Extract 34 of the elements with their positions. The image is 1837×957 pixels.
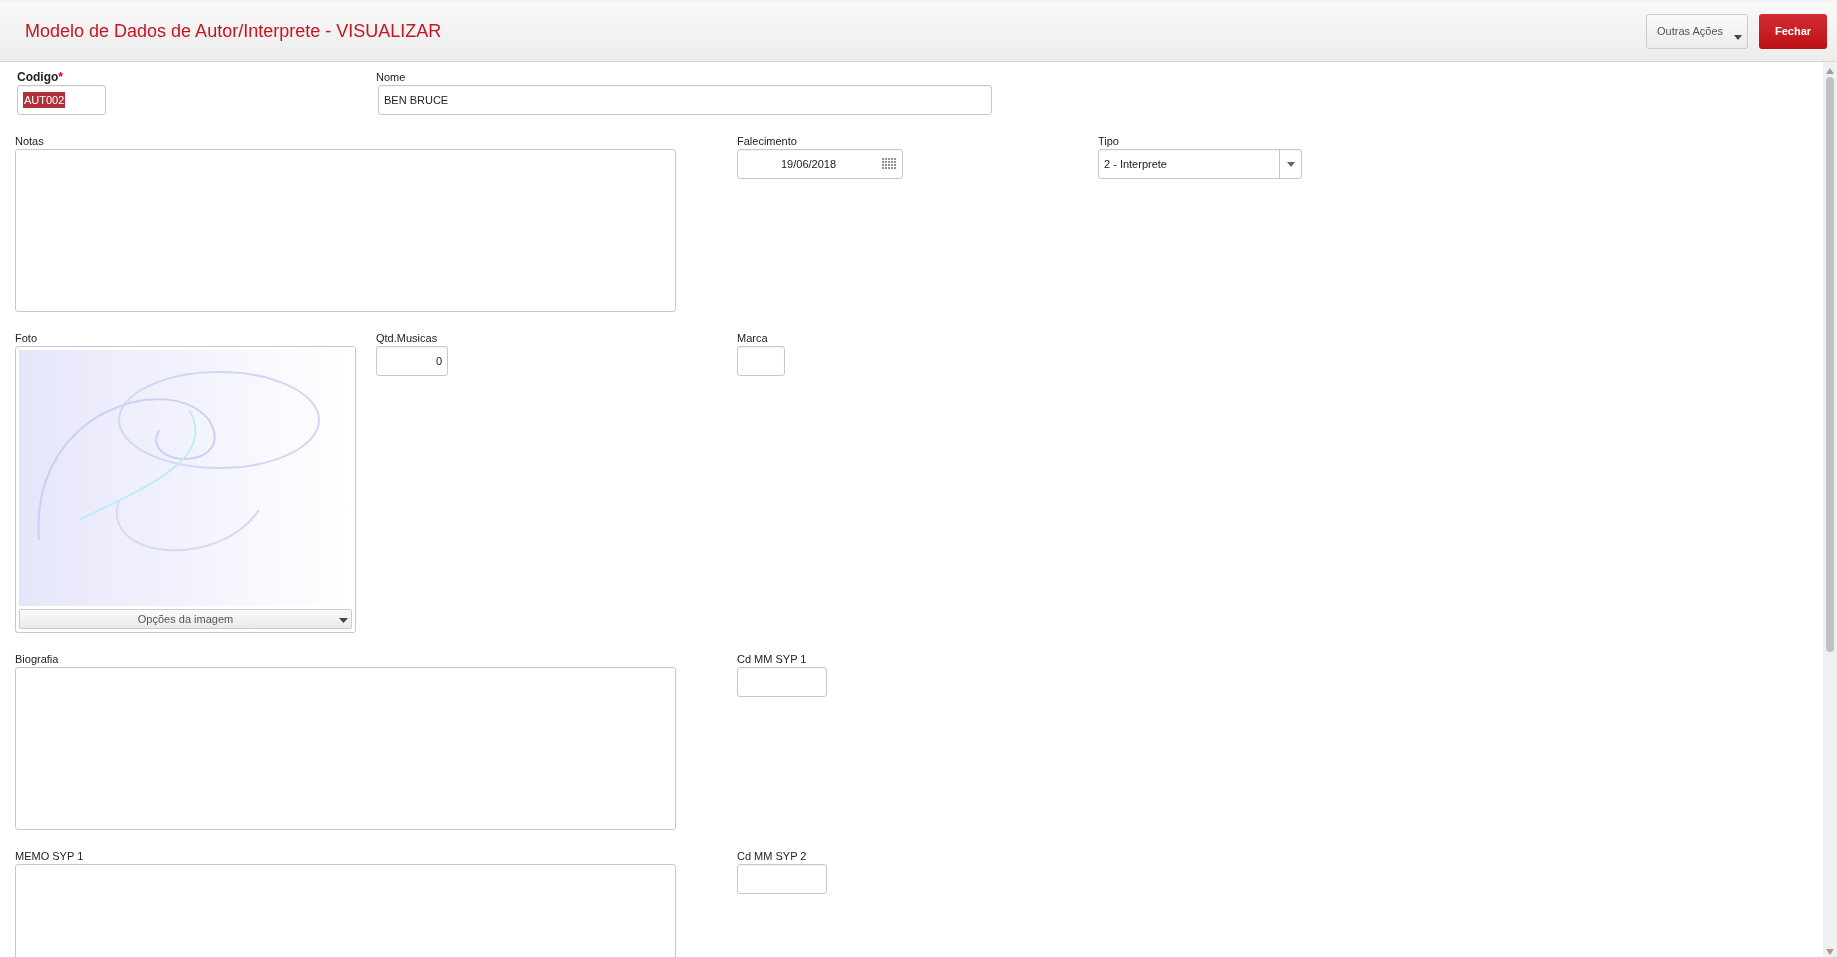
date-field[interactable]: 19/06/2018 [737, 149, 903, 179]
field-label: Tipo [1098, 134, 1119, 148]
caret-icon [1734, 35, 1742, 40]
calendar-icon[interactable] [882, 158, 896, 170]
scrollbar[interactable] [1823, 62, 1837, 957]
field-label: Falecimento [737, 134, 797, 148]
input-field[interactable]: BEN BRUCE [378, 85, 992, 115]
input-field[interactable] [737, 346, 785, 376]
field-label: Cd MM SYP 1 [737, 652, 807, 666]
scrollbar-thumb[interactable] [1826, 77, 1834, 652]
field-label: Biografia [15, 652, 59, 666]
caret-icon [339, 618, 348, 624]
field-label: Cd MM SYP 2 [737, 849, 807, 863]
text-area[interactable] [15, 667, 676, 830]
input-field[interactable]: AUT002 [17, 85, 106, 115]
scroll-up-icon[interactable] [1826, 68, 1834, 74]
field-label: MEMO SYP 1 [15, 849, 84, 863]
type-dropdown[interactable]: 2 - Interprete [1098, 149, 1302, 179]
input-field[interactable] [737, 864, 827, 894]
field-label: Nome [376, 70, 406, 84]
more-actions-button[interactable]: Outras Ações [1646, 14, 1748, 49]
field-label: Codigo* [16, 70, 63, 84]
page-title: Modelo de Dados de Autor/Interprete - VISUALIZAR [25, 20, 442, 43]
input-field[interactable]: 0 [376, 346, 448, 376]
input-field[interactable] [737, 667, 827, 697]
image-options-button[interactable]: Opções da imagem [19, 609, 352, 629]
close-button[interactable]: Fechar [1759, 14, 1827, 49]
field-label: Foto [15, 331, 37, 345]
scroll-down-icon[interactable] [1826, 949, 1834, 955]
field-label: Marca [737, 331, 768, 345]
field-label: Qtd.Musicas [376, 331, 438, 345]
field-label: Notas [15, 134, 44, 148]
text-area[interactable] [15, 149, 676, 312]
caret-icon [1286, 161, 1295, 167]
